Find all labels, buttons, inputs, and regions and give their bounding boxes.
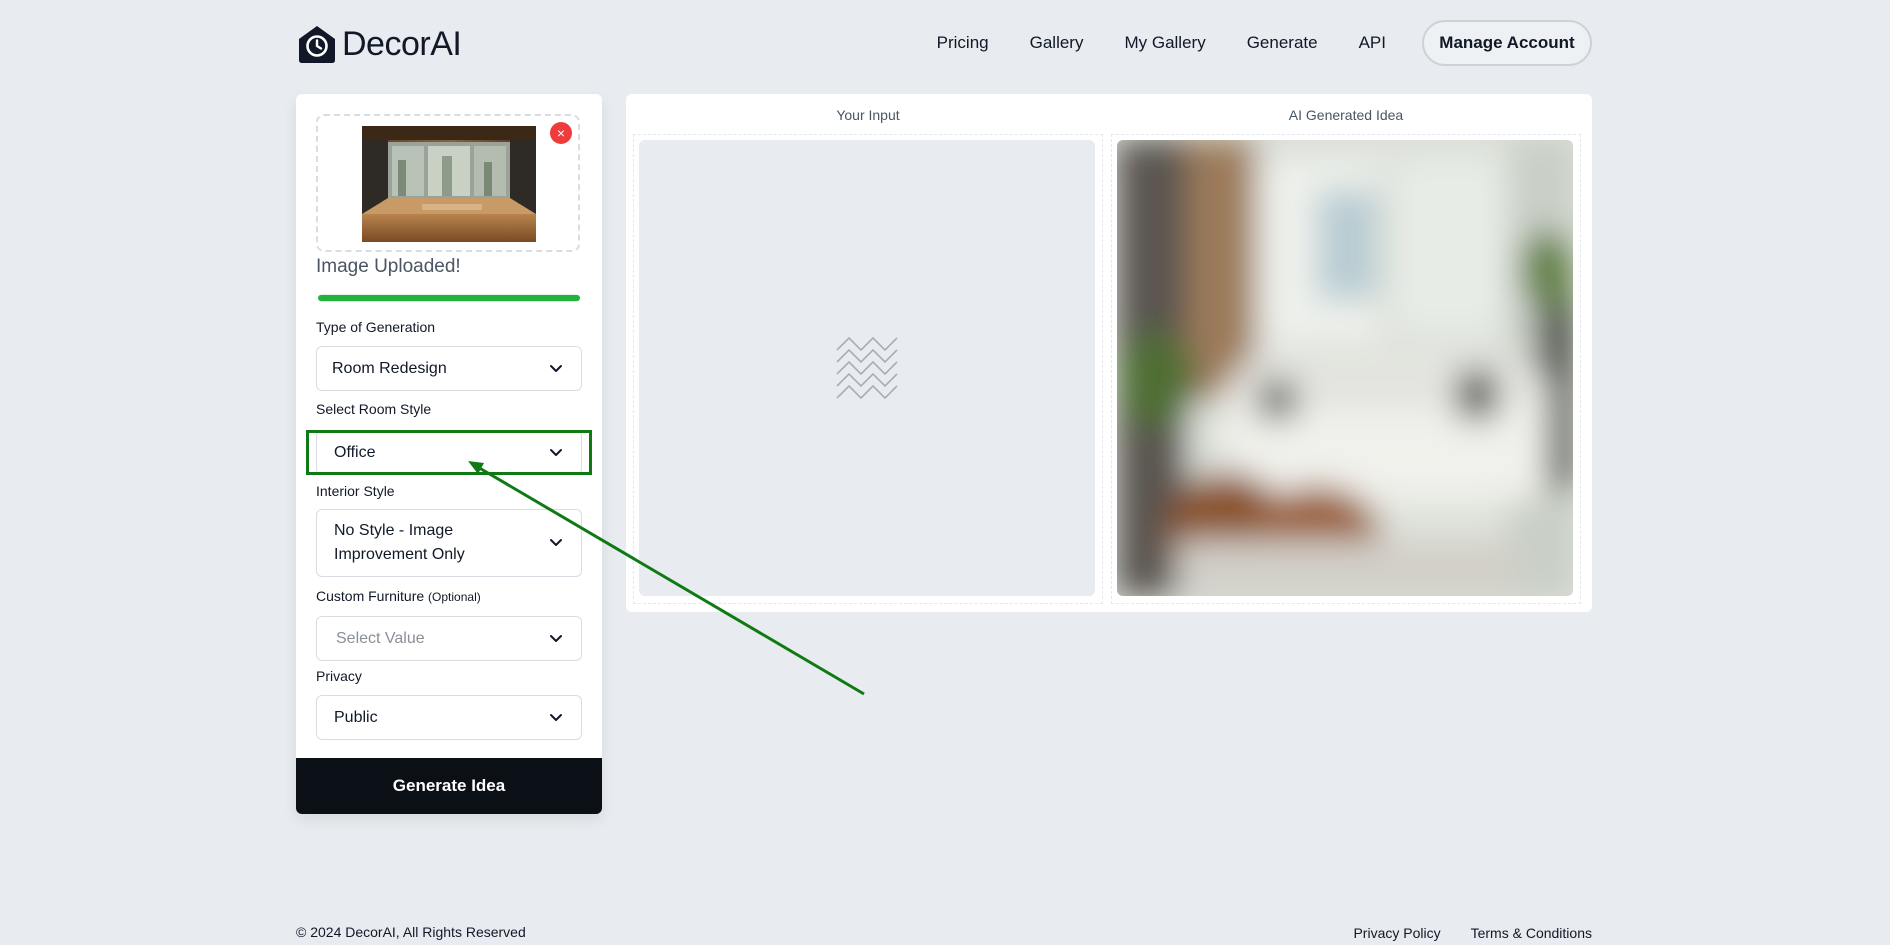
uploaded-image-thumbnail [362,126,536,242]
nav-pricing[interactable]: Pricing [937,33,989,53]
nav-my-gallery[interactable]: My Gallery [1124,33,1205,53]
type-of-generation-label: Type of Generation [316,319,436,335]
privacy-select[interactable]: Public [316,695,582,740]
comparison-panel: Your Input AI Generated Idea [626,94,1592,612]
footer-copyright: © 2024 DecorAI, All Rights Reserved [296,924,526,940]
site-header: DecorAI Pricing Gallery My Gallery Gener… [296,18,1592,70]
upload-status-text: Image Uploaded! [316,256,461,277]
footer-links: Privacy Policy Terms & Conditions [1353,925,1592,941]
generated-image-frame [1111,134,1581,604]
nav-gallery[interactable]: Gallery [1030,33,1084,53]
chevron-down-icon [550,713,562,721]
image-placeholder-icon [836,336,898,400]
chevron-down-icon [550,448,562,456]
terms-link[interactable]: Terms & Conditions [1471,925,1592,941]
logo[interactable]: DecorAI [296,24,462,64]
input-image-frame [633,134,1103,604]
select-room-style-label: Select Room Style [316,401,432,417]
optional-tag: (Optional) [428,590,481,604]
chevron-down-icon [550,364,562,372]
interior-style-value: No Style - Image Improvement Only [334,522,465,563]
upload-dropzone[interactable]: × [316,114,580,252]
logo-house-icon [299,26,335,63]
type-of-generation-value: Room Redesign [332,359,447,377]
custom-furniture-label: Custom Furniture (Optional) [316,588,481,604]
custom-furniture-select[interactable]: Select Value [316,616,582,661]
generate-idea-button[interactable]: Generate Idea [296,758,602,814]
type-of-generation-select[interactable]: Room Redesign [316,346,582,391]
generation-form-panel: × Image Uploaded! Type of Generation Roo… [296,94,602,814]
privacy-policy-link[interactable]: Privacy Policy [1353,925,1440,941]
custom-furniture-placeholder: Select Value [336,629,425,647]
nav-api[interactable]: API [1359,33,1386,53]
interior-style-select[interactable]: No Style - Image Improvement Only [316,509,582,577]
chevron-down-icon [550,539,562,546]
nav-generate[interactable]: Generate [1247,33,1318,53]
generated-image-blurred [1117,140,1573,596]
input-image-placeholder [639,140,1095,596]
privacy-label: Privacy [316,668,362,684]
your-input-title: Your Input [836,107,900,123]
main-nav: Pricing Gallery My Gallery Generate API … [937,18,1592,68]
manage-account-button[interactable]: Manage Account [1422,20,1592,66]
logo-text: DecorAI [342,24,462,63]
upload-progress-bar [318,294,580,302]
room-style-value: Office [334,443,376,461]
custom-furniture-label-text: Custom Furniture [316,588,425,604]
interior-style-label: Interior Style [316,483,395,499]
ai-generated-title: AI Generated Idea [1288,107,1404,123]
upload-progress-fill [318,295,580,301]
privacy-value: Public [334,708,378,726]
remove-image-icon[interactable]: × [550,122,572,144]
room-style-select[interactable]: Office [316,430,582,475]
chevron-down-icon [550,634,562,642]
